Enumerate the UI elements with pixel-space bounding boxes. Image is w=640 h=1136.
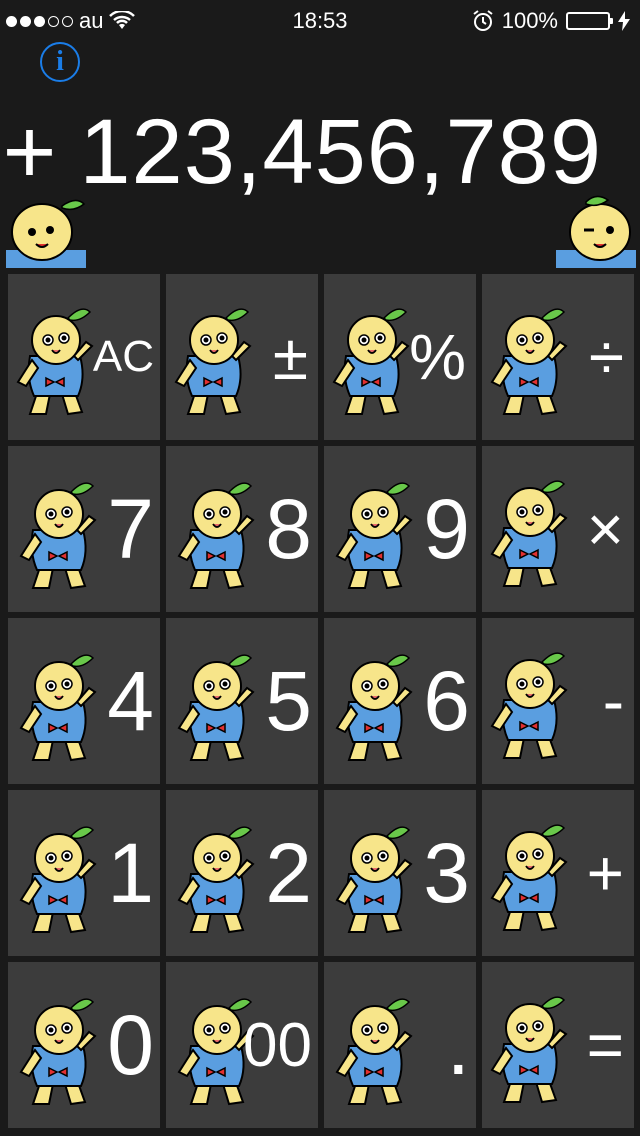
- mascot-icon: [491, 308, 567, 415]
- double-zero-button[interactable]: 00: [166, 962, 318, 1128]
- digit-2-button[interactable]: 2: [166, 790, 318, 956]
- mascot-icon: [20, 998, 96, 1105]
- result-display: + 123,456,789: [0, 100, 640, 203]
- digit-3-button[interactable]: 3: [324, 790, 476, 956]
- keypad: AC ± % ÷ 7 8 9 × 4 5 6 - 1 2 3 + 0 00 . …: [8, 274, 636, 1128]
- info-button[interactable]: i: [40, 42, 80, 82]
- mascot-icon: [491, 480, 567, 587]
- digit-8-button[interactable]: 8: [166, 446, 318, 612]
- mascot-icon: [333, 308, 409, 415]
- ac-button[interactable]: AC: [8, 274, 160, 440]
- battery-percent: 100%: [501, 8, 558, 33]
- mascot-icon: [17, 308, 93, 415]
- mascot-icon: [491, 652, 567, 759]
- mascot-icon: [175, 308, 251, 415]
- mascot-peek-right-icon: [556, 192, 636, 268]
- mascot-icon: [491, 824, 567, 931]
- display-sign: +: [2, 100, 58, 203]
- digit-9-button[interactable]: 9: [324, 446, 476, 612]
- plus-button[interactable]: +: [482, 790, 634, 956]
- mascot-icon: [336, 654, 412, 761]
- digit-5-button[interactable]: 5: [166, 618, 318, 784]
- digit-0-button[interactable]: 0: [8, 962, 160, 1128]
- digit-7-button[interactable]: 7: [8, 446, 160, 612]
- mascot-peek-left-icon: [6, 192, 86, 268]
- mascot-icon: [20, 482, 96, 589]
- mascot-icon: [178, 482, 254, 589]
- percent-button[interactable]: %: [324, 274, 476, 440]
- digit-1-button[interactable]: 1: [8, 790, 160, 956]
- minus-button[interactable]: -: [482, 618, 634, 784]
- status-bar: au 18:53 100%: [0, 0, 640, 40]
- multiply-button[interactable]: ×: [482, 446, 634, 612]
- mascot-icon: [336, 998, 412, 1105]
- display-value: 123,456,789: [79, 100, 602, 203]
- alarm-clock-icon: [473, 10, 493, 31]
- mascot-icon: [20, 654, 96, 761]
- mascot-icon: [178, 654, 254, 761]
- mascot-icon: [336, 482, 412, 589]
- battery-icon: [566, 12, 613, 30]
- divide-button[interactable]: ÷: [482, 274, 634, 440]
- mascot-icon: [20, 826, 96, 933]
- plus-minus-button[interactable]: ±: [166, 274, 318, 440]
- status-right: 100%: [472, 8, 630, 34]
- mascot-icon: [336, 826, 412, 933]
- digit-6-button[interactable]: 6: [324, 618, 476, 784]
- mascot-icon: [178, 826, 254, 933]
- decimal-button[interactable]: .: [324, 962, 476, 1128]
- mascot-icon: [491, 996, 567, 1103]
- equals-button[interactable]: =: [482, 962, 634, 1128]
- digit-4-button[interactable]: 4: [8, 618, 160, 784]
- charging-bolt-icon: [618, 11, 630, 31]
